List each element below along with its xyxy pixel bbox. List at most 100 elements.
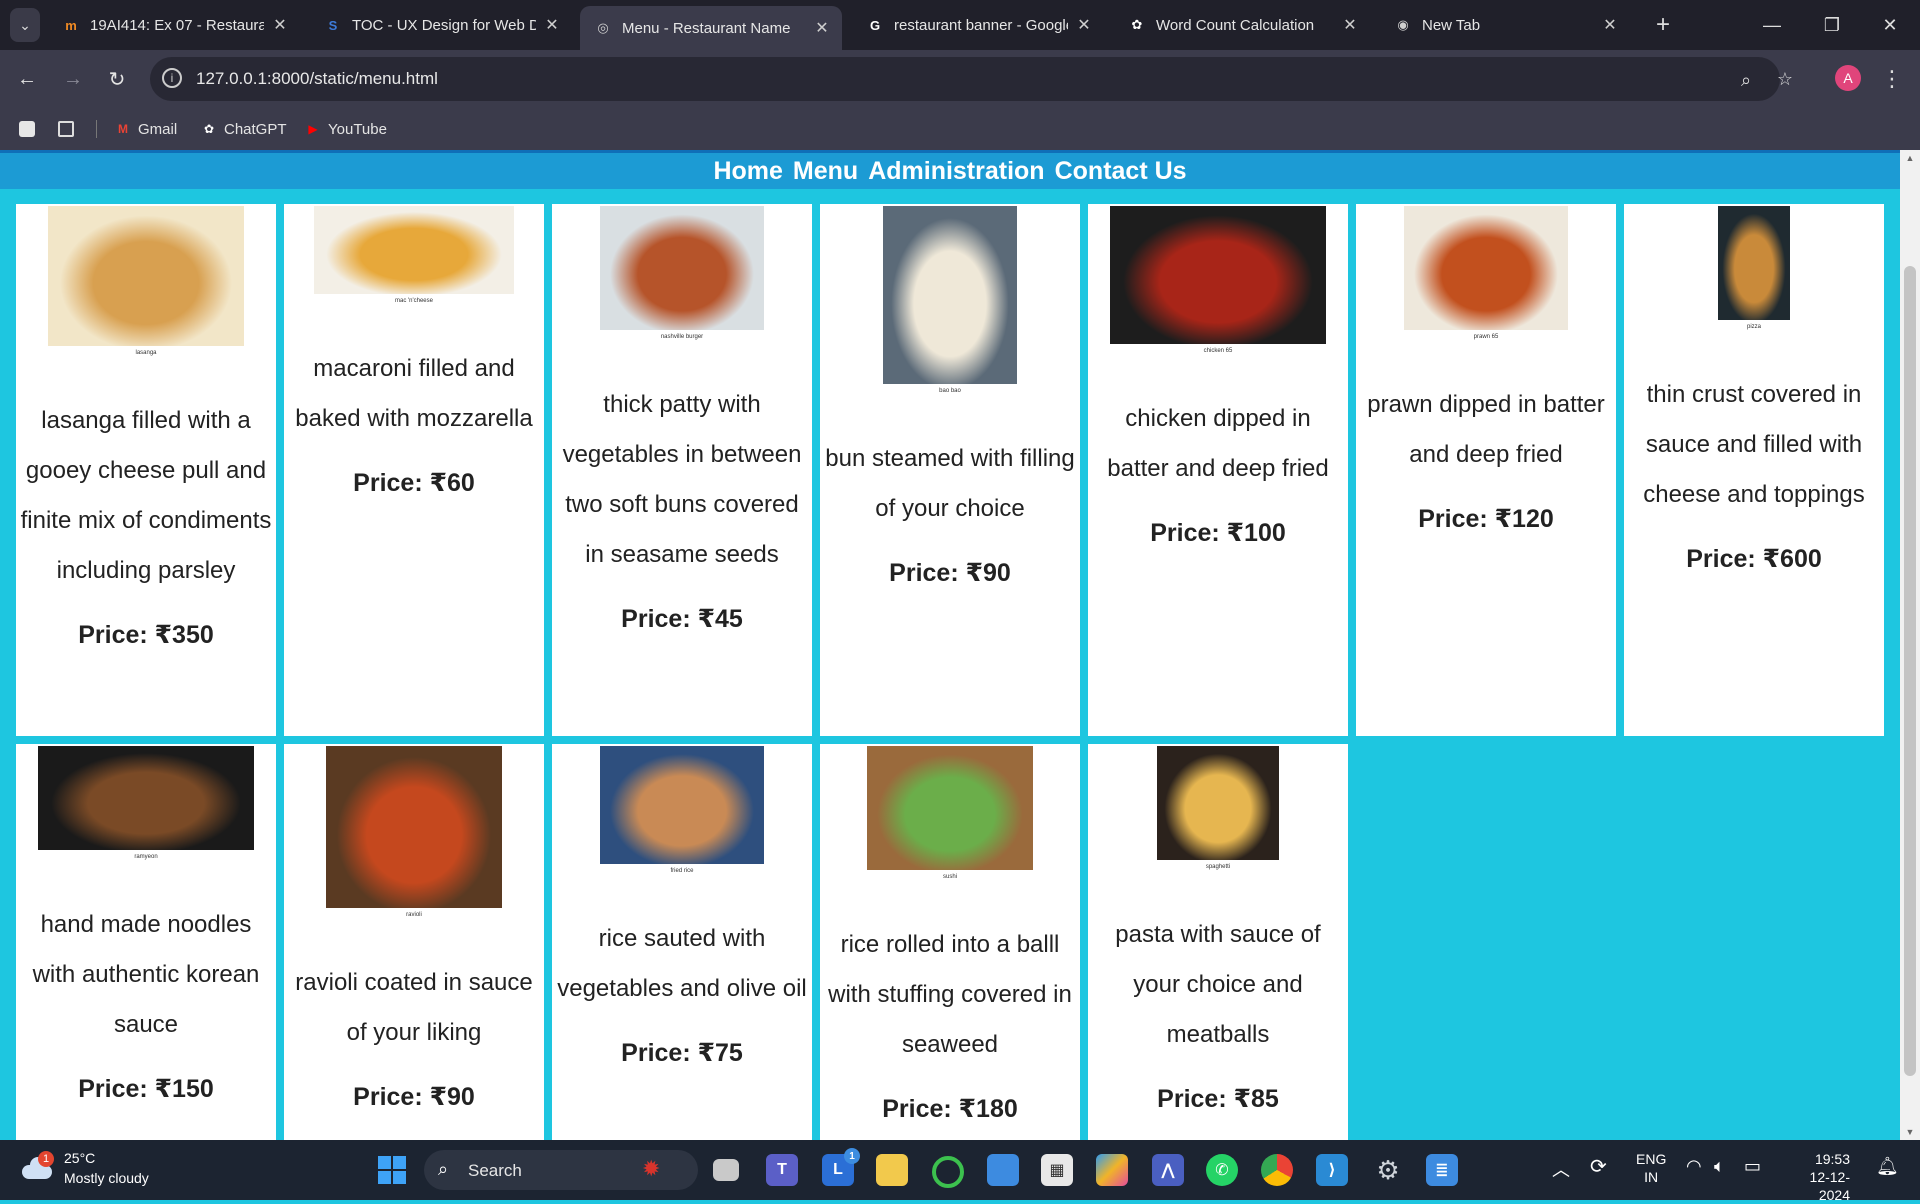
food-photo xyxy=(1718,206,1790,320)
restore-button[interactable]: ❐ xyxy=(1812,10,1852,40)
food-photo xyxy=(38,746,254,850)
back-button[interactable]: ← xyxy=(12,64,42,94)
menu-item-card: prawn 65 prawn dipped in batter and deep … xyxy=(1356,204,1616,736)
item-price: Price: ₹85 xyxy=(1157,1085,1279,1113)
nav-link-administration[interactable]: Administration xyxy=(868,157,1044,186)
search-label: Search xyxy=(468,1161,522,1180)
file-explorer-icon[interactable] xyxy=(876,1154,908,1186)
tab-2[interactable]: S TOC - UX Design for Web D ✕ xyxy=(310,6,572,44)
photo-caption: mac 'n'cheese xyxy=(395,298,433,304)
bookmark-star-icon[interactable]: ☆ xyxy=(1772,66,1798,92)
zoom-icon[interactable]: ⌕ xyxy=(1733,67,1759,93)
bookmark-youtube[interactable]: ▶ YouTube xyxy=(304,116,387,142)
whatsapp-icon[interactable]: ✆ xyxy=(1206,1154,1238,1186)
item-description: rice sauted with vegetables and olive oi… xyxy=(557,925,807,1002)
arc-icon[interactable]: ⋀ xyxy=(1152,1154,1184,1186)
tab-close-icon[interactable]: ✕ xyxy=(1600,15,1620,35)
app-square-icon[interactable] xyxy=(19,121,35,137)
chrome-icon[interactable] xyxy=(1261,1154,1293,1186)
copilot-icon[interactable] xyxy=(1096,1154,1128,1186)
tray-chevron-up-icon[interactable]: ︿ xyxy=(1552,1156,1570,1182)
photo-caption: fried rice xyxy=(670,868,694,874)
nav-link-menu[interactable]: Menu xyxy=(793,157,858,186)
teams-icon[interactable]: T xyxy=(766,1154,798,1186)
url-text: 127.0.0.1:8000/static/menu.html xyxy=(196,69,438,88)
tab-1[interactable]: m 19AI414: Ex 07 - Restaurant ✕ xyxy=(48,6,300,44)
scroll-thumb[interactable] xyxy=(1904,266,1916,1076)
tab-search-button[interactable]: ⌄ xyxy=(10,8,40,42)
chevron-down-icon: ⌄ xyxy=(19,16,31,33)
settings-gear-icon[interactable]: ⚙ xyxy=(1372,1154,1404,1186)
address-bar[interactable]: i 127.0.0.1:8000/static/menu.html ⌕ xyxy=(150,57,1780,101)
weather-widget[interactable]: 1 25°C Mostly cloudy xyxy=(20,1148,149,1188)
notification-bell-icon[interactable]: 🔔︎ xyxy=(1876,1156,1899,1177)
search-icon: ⌕ xyxy=(438,1159,449,1179)
bookmark-label: YouTube xyxy=(328,120,387,138)
tab-close-icon[interactable]: ✕ xyxy=(270,15,290,35)
minimize-button[interactable]: — xyxy=(1752,10,1792,40)
tab-5[interactable]: ✿ Word Count Calculation ✕ xyxy=(1114,6,1370,44)
food-photo xyxy=(1110,206,1326,344)
battery-icon[interactable]: ▭ xyxy=(1744,1156,1761,1177)
tab-4[interactable]: Grestaurant banner - Google ✕ xyxy=(852,6,1104,44)
photo-caption: bao bao xyxy=(939,388,961,394)
close-window-button[interactable]: ✕ xyxy=(1870,10,1910,40)
store-icon[interactable]: ▦ xyxy=(1041,1154,1073,1186)
photos-icon[interactable] xyxy=(987,1154,1019,1186)
weather-badge: 1 xyxy=(38,1151,54,1167)
tab-6[interactable]: ◉ New Tab ✕ xyxy=(1380,6,1630,44)
openai-icon: ✿ xyxy=(203,122,215,136)
notepad-icon[interactable]: ≣ xyxy=(1426,1154,1458,1186)
bookmark-gmail[interactable]: M Gmail xyxy=(114,116,177,142)
page-scrollbar[interactable]: ▲ ▼ xyxy=(1900,150,1920,1140)
menu-item-card: lasanga lasanga filled with a gooey chees… xyxy=(16,204,276,736)
photo-caption: sushi xyxy=(942,874,957,880)
site-info-icon[interactable]: i xyxy=(162,68,182,88)
vscode-icon[interactable]: ⟩ xyxy=(1316,1154,1348,1186)
new-tab-button[interactable]: + xyxy=(1648,10,1678,40)
item-price: Price: ₹90 xyxy=(353,1083,475,1111)
menu-item-card: pizza thin crust covered in sauce and fil… xyxy=(1624,204,1884,736)
tab-3[interactable]: ◎ Menu - Restaurant Name ✕ xyxy=(580,6,842,50)
volume-icon[interactable]: 🔈︎ xyxy=(1714,1156,1725,1177)
photo-caption: ramyeon xyxy=(134,854,158,860)
reload-icon: ↻ xyxy=(108,68,126,91)
tab-title: New Tab xyxy=(1422,16,1481,34)
apps-grid-icon[interactable] xyxy=(58,121,74,137)
refresh-app-icon[interactable] xyxy=(932,1156,964,1188)
item-description: lasanga filled with a gooey cheese pull … xyxy=(20,407,272,584)
gmail-icon: M xyxy=(118,122,128,136)
nav-link-contact-us[interactable]: Contact Us xyxy=(1055,157,1187,186)
arrow-left-icon: ← xyxy=(17,67,37,90)
wifi-icon[interactable]: ◠ xyxy=(1686,1156,1702,1177)
profile-avatar[interactable]: A xyxy=(1835,65,1861,91)
tab-close-icon[interactable]: ✕ xyxy=(1340,15,1360,35)
forward-button[interactable]: → xyxy=(58,64,88,94)
scroll-down-icon[interactable]: ▼ xyxy=(1900,1124,1920,1140)
photo-caption: spaghetti xyxy=(1205,864,1231,870)
windows-start-icon[interactable] xyxy=(376,1154,408,1186)
menu-item-card: ravioli ravioli coated in sauce of your l… xyxy=(284,744,544,1140)
item-description: thin crust covered in sauce and filled w… xyxy=(1643,381,1865,508)
tab-title: restaurant banner - Google xyxy=(894,16,1068,34)
item-price: Price: ₹600 xyxy=(1686,545,1822,573)
task-view-icon[interactable] xyxy=(713,1159,739,1181)
food-photo xyxy=(1404,206,1568,330)
site-nav: Home Menu Administration Contact Us xyxy=(0,153,1900,189)
tab-close-icon[interactable]: ✕ xyxy=(812,18,832,38)
google-icon: G xyxy=(869,17,881,33)
item-price: Price: ₹180 xyxy=(882,1095,1018,1123)
tab-close-icon[interactable]: ✕ xyxy=(542,15,562,35)
app-badge: 1 xyxy=(844,1148,860,1164)
launcher-l-icon[interactable]: L 1 xyxy=(822,1148,860,1186)
sync-icon[interactable]: ⟳ xyxy=(1590,1154,1607,1179)
tab-close-icon[interactable]: ✕ xyxy=(1074,15,1094,35)
more-menu-icon[interactable]: ⋮ xyxy=(1880,64,1904,94)
taskbar-search[interactable]: ⌕ Search ✹ xyxy=(424,1150,698,1190)
bookmark-chatgpt[interactable]: ✿ ChatGPT xyxy=(200,116,287,142)
scroll-up-icon[interactable]: ▲ xyxy=(1900,150,1920,166)
nav-link-home[interactable]: Home xyxy=(713,157,782,186)
youtube-icon: ▶ xyxy=(308,122,318,136)
weather-desc: Mostly cloudy xyxy=(64,1170,149,1186)
reload-button[interactable]: ↻ xyxy=(102,64,132,94)
